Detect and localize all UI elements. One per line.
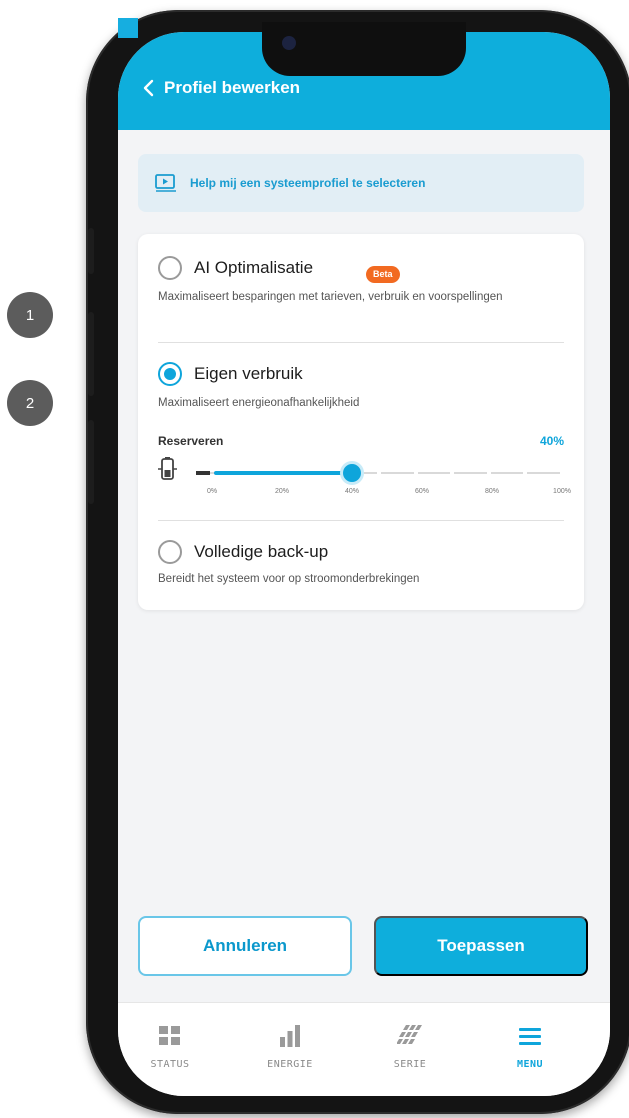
nav-item-menu[interactable]: MENU bbox=[490, 1023, 570, 1070]
option-title-eigen: Eigen verbruik bbox=[194, 364, 303, 383]
profile-options-card: AI Optimalisatie Beta Maximaliseert besp… bbox=[138, 234, 584, 610]
option-title-backup: Volledige back-up bbox=[194, 542, 329, 561]
divider bbox=[158, 342, 564, 343]
chevron-left-icon bbox=[143, 79, 154, 97]
radio-volledige-backup[interactable] bbox=[158, 540, 182, 564]
help-link-text: Help mij een systeemprofiel te selectere… bbox=[190, 176, 426, 190]
video-tutorial-icon bbox=[155, 174, 176, 192]
slider-track-segment bbox=[527, 472, 560, 474]
option-ai-optimalisatie[interactable]: AI Optimalisatie Beta Maximaliseert besp… bbox=[158, 252, 568, 322]
radio-ai-optimalisatie[interactable] bbox=[158, 256, 182, 280]
nav-item-energie[interactable]: ENERGIE bbox=[250, 1023, 330, 1070]
page-title: Profiel bewerken bbox=[164, 78, 301, 97]
radio-eigen-verbruik[interactable] bbox=[158, 362, 182, 386]
option-title-ai: AI Optimalisatie bbox=[194, 258, 314, 277]
reserve-slider[interactable] bbox=[196, 461, 562, 485]
front-camera bbox=[282, 36, 296, 50]
bottom-nav: STATUS ENERGIE SERIE MENU bbox=[118, 1002, 610, 1096]
slider-knob[interactable] bbox=[340, 461, 364, 485]
option-volledige-backup[interactable]: Volledige back-up Bereidt het systeem vo… bbox=[158, 536, 568, 592]
battery-icon bbox=[158, 457, 177, 480]
nav-label-serie: SERIE bbox=[393, 1059, 427, 1070]
slider-tick-label: 20% bbox=[274, 488, 290, 495]
nav-item-status[interactable]: STATUS bbox=[130, 1023, 210, 1070]
option-desc-ai: Maximaliseert besparingen met tarieven, … bbox=[158, 291, 503, 303]
grid-icon bbox=[159, 1026, 180, 1045]
divider bbox=[158, 520, 564, 521]
annotation-marker-1: 1 bbox=[7, 292, 53, 338]
slider-track-segment bbox=[454, 472, 487, 474]
reserve-label: Reserveren bbox=[158, 434, 224, 448]
apply-button[interactable]: Toepassen bbox=[374, 916, 588, 976]
help-select-profile-link[interactable]: Help mij een systeemprofiel te selectere… bbox=[138, 154, 584, 212]
nav-label-energie: ENERGIE bbox=[267, 1059, 313, 1070]
phone-screen: Profiel bewerken Help mij een systeempro… bbox=[118, 32, 610, 1096]
cancel-button[interactable]: Annuleren bbox=[138, 916, 352, 976]
nav-item-serie[interactable]: SERIE bbox=[370, 1023, 450, 1070]
nav-label-menu: MENU bbox=[516, 1059, 544, 1070]
back-button[interactable]: Profiel bewerken bbox=[142, 78, 300, 98]
nav-label-status: STATUS bbox=[150, 1059, 190, 1070]
annotation-marker-2: 2 bbox=[7, 380, 53, 426]
phone-mute-switch bbox=[88, 228, 94, 274]
slider-tick-label: 0% bbox=[206, 488, 218, 495]
hamburger-menu-icon bbox=[519, 1028, 541, 1045]
slider-tick-label: 60% bbox=[414, 488, 430, 495]
slider-tick-label: 100% bbox=[553, 488, 571, 495]
stage: 1 2 Profiel bewerken Help mij een systee… bbox=[0, 0, 629, 1118]
slider-track-segment bbox=[417, 472, 451, 474]
phone-volume-down bbox=[88, 420, 94, 504]
option-desc-eigen: Maximaliseert energieonafhankelijkheid bbox=[158, 397, 360, 409]
phone-notch bbox=[262, 22, 466, 76]
slider-tick-label: 40% bbox=[344, 488, 360, 495]
beta-badge: Beta bbox=[366, 266, 400, 283]
solar-panel-icon bbox=[397, 1025, 422, 1044]
reserve-value: 40% bbox=[539, 434, 564, 448]
slider-tick-label: 80% bbox=[484, 488, 500, 495]
slider-track-segment bbox=[381, 472, 414, 474]
phone-volume-up bbox=[88, 312, 94, 396]
slider-min-marker bbox=[196, 471, 210, 475]
slider-track-segment bbox=[490, 472, 524, 474]
option-desc-backup: Bereidt het systeem voor op stroomonderb… bbox=[158, 573, 420, 585]
bar-chart-icon bbox=[280, 1025, 300, 1047]
slider-fill bbox=[214, 471, 349, 475]
option-eigen-verbruik[interactable]: Eigen verbruik Maximaliseert energieonaf… bbox=[158, 358, 568, 414]
